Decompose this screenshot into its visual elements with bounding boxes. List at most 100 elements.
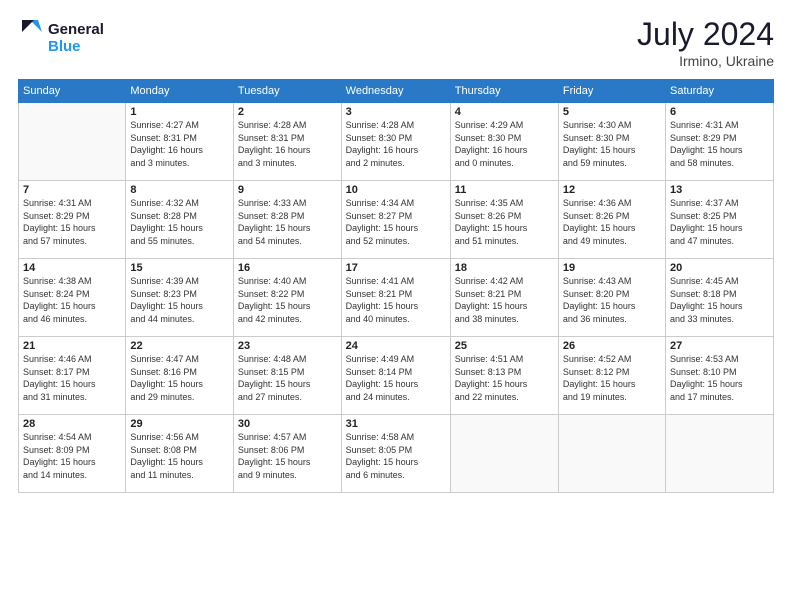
day-number: 1 — [130, 106, 229, 118]
table-row: 16Sunrise: 4:40 AMSunset: 8:22 PMDayligh… — [233, 259, 341, 337]
svg-text:General: General — [48, 21, 104, 38]
day-info: Sunrise: 4:53 AMSunset: 8:10 PMDaylight:… — [670, 353, 769, 403]
table-row: 19Sunrise: 4:43 AMSunset: 8:20 PMDayligh… — [558, 259, 665, 337]
day-info: Sunrise: 4:31 AMSunset: 8:29 PMDaylight:… — [23, 197, 121, 247]
day-info: Sunrise: 4:46 AMSunset: 8:17 PMDaylight:… — [23, 353, 121, 403]
col-saturday: Saturday — [666, 80, 774, 103]
table-row: 11Sunrise: 4:35 AMSunset: 8:26 PMDayligh… — [450, 181, 558, 259]
day-info: Sunrise: 4:52 AMSunset: 8:12 PMDaylight:… — [563, 353, 661, 403]
location: Irmino, Ukraine — [637, 53, 774, 69]
logo-svg: General Blue — [18, 16, 113, 58]
col-sunday: Sunday — [19, 80, 126, 103]
table-row: 21Sunrise: 4:46 AMSunset: 8:17 PMDayligh… — [19, 337, 126, 415]
table-row: 5Sunrise: 4:30 AMSunset: 8:30 PMDaylight… — [558, 103, 665, 181]
table-row: 28Sunrise: 4:54 AMSunset: 8:09 PMDayligh… — [19, 415, 126, 493]
table-row — [450, 415, 558, 493]
table-row: 20Sunrise: 4:45 AMSunset: 8:18 PMDayligh… — [666, 259, 774, 337]
table-row: 27Sunrise: 4:53 AMSunset: 8:10 PMDayligh… — [666, 337, 774, 415]
day-info: Sunrise: 4:37 AMSunset: 8:25 PMDaylight:… — [670, 197, 769, 247]
day-info: Sunrise: 4:54 AMSunset: 8:09 PMDaylight:… — [23, 431, 121, 481]
day-number: 11 — [455, 184, 554, 196]
calendar-week-row: 7Sunrise: 4:31 AMSunset: 8:29 PMDaylight… — [19, 181, 774, 259]
day-number: 26 — [563, 340, 661, 352]
day-info: Sunrise: 4:58 AMSunset: 8:05 PMDaylight:… — [346, 431, 446, 481]
day-info: Sunrise: 4:29 AMSunset: 8:30 PMDaylight:… — [455, 119, 554, 169]
day-number: 4 — [455, 106, 554, 118]
table-row: 18Sunrise: 4:42 AMSunset: 8:21 PMDayligh… — [450, 259, 558, 337]
table-row: 4Sunrise: 4:29 AMSunset: 8:30 PMDaylight… — [450, 103, 558, 181]
day-info: Sunrise: 4:30 AMSunset: 8:30 PMDaylight:… — [563, 119, 661, 169]
day-info: Sunrise: 4:28 AMSunset: 8:30 PMDaylight:… — [346, 119, 446, 169]
day-info: Sunrise: 4:42 AMSunset: 8:21 PMDaylight:… — [455, 275, 554, 325]
month-year: July 2024 — [637, 16, 774, 53]
day-number: 2 — [238, 106, 337, 118]
table-row: 14Sunrise: 4:38 AMSunset: 8:24 PMDayligh… — [19, 259, 126, 337]
col-wednesday: Wednesday — [341, 80, 450, 103]
day-number: 16 — [238, 262, 337, 274]
day-number: 13 — [670, 184, 769, 196]
day-number: 29 — [130, 418, 229, 430]
day-info: Sunrise: 4:28 AMSunset: 8:31 PMDaylight:… — [238, 119, 337, 169]
svg-text:Blue: Blue — [48, 38, 81, 55]
calendar-week-row: 21Sunrise: 4:46 AMSunset: 8:17 PMDayligh… — [19, 337, 774, 415]
table-row: 8Sunrise: 4:32 AMSunset: 8:28 PMDaylight… — [126, 181, 234, 259]
table-row: 2Sunrise: 4:28 AMSunset: 8:31 PMDaylight… — [233, 103, 341, 181]
day-number: 15 — [130, 262, 229, 274]
day-info: Sunrise: 4:41 AMSunset: 8:21 PMDaylight:… — [346, 275, 446, 325]
table-row: 26Sunrise: 4:52 AMSunset: 8:12 PMDayligh… — [558, 337, 665, 415]
day-number: 25 — [455, 340, 554, 352]
table-row — [19, 103, 126, 181]
table-row: 15Sunrise: 4:39 AMSunset: 8:23 PMDayligh… — [126, 259, 234, 337]
table-row: 6Sunrise: 4:31 AMSunset: 8:29 PMDaylight… — [666, 103, 774, 181]
table-row: 3Sunrise: 4:28 AMSunset: 8:30 PMDaylight… — [341, 103, 450, 181]
day-number: 20 — [670, 262, 769, 274]
table-row — [666, 415, 774, 493]
day-info: Sunrise: 4:33 AMSunset: 8:28 PMDaylight:… — [238, 197, 337, 247]
day-number: 8 — [130, 184, 229, 196]
day-info: Sunrise: 4:27 AMSunset: 8:31 PMDaylight:… — [130, 119, 229, 169]
day-number: 18 — [455, 262, 554, 274]
table-row: 25Sunrise: 4:51 AMSunset: 8:13 PMDayligh… — [450, 337, 558, 415]
table-row: 10Sunrise: 4:34 AMSunset: 8:27 PMDayligh… — [341, 181, 450, 259]
table-row: 7Sunrise: 4:31 AMSunset: 8:29 PMDaylight… — [19, 181, 126, 259]
day-number: 23 — [238, 340, 337, 352]
logo: General Blue — [18, 16, 113, 58]
day-number: 6 — [670, 106, 769, 118]
day-number: 22 — [130, 340, 229, 352]
col-friday: Friday — [558, 80, 665, 103]
day-number: 10 — [346, 184, 446, 196]
calendar-week-row: 1Sunrise: 4:27 AMSunset: 8:31 PMDaylight… — [19, 103, 774, 181]
day-info: Sunrise: 4:51 AMSunset: 8:13 PMDaylight:… — [455, 353, 554, 403]
calendar-header-row: Sunday Monday Tuesday Wednesday Thursday… — [19, 80, 774, 103]
day-number: 27 — [670, 340, 769, 352]
col-thursday: Thursday — [450, 80, 558, 103]
day-info: Sunrise: 4:48 AMSunset: 8:15 PMDaylight:… — [238, 353, 337, 403]
day-info: Sunrise: 4:57 AMSunset: 8:06 PMDaylight:… — [238, 431, 337, 481]
day-number: 9 — [238, 184, 337, 196]
calendar-table: Sunday Monday Tuesday Wednesday Thursday… — [18, 79, 774, 493]
page: General Blue July 2024 Irmino, Ukraine S… — [0, 0, 792, 612]
day-info: Sunrise: 4:34 AMSunset: 8:27 PMDaylight:… — [346, 197, 446, 247]
table-row: 31Sunrise: 4:58 AMSunset: 8:05 PMDayligh… — [341, 415, 450, 493]
day-info: Sunrise: 4:32 AMSunset: 8:28 PMDaylight:… — [130, 197, 229, 247]
day-number: 28 — [23, 418, 121, 430]
table-row: 13Sunrise: 4:37 AMSunset: 8:25 PMDayligh… — [666, 181, 774, 259]
day-number: 14 — [23, 262, 121, 274]
day-info: Sunrise: 4:35 AMSunset: 8:26 PMDaylight:… — [455, 197, 554, 247]
table-row: 22Sunrise: 4:47 AMSunset: 8:16 PMDayligh… — [126, 337, 234, 415]
col-monday: Monday — [126, 80, 234, 103]
day-info: Sunrise: 4:39 AMSunset: 8:23 PMDaylight:… — [130, 275, 229, 325]
day-info: Sunrise: 4:49 AMSunset: 8:14 PMDaylight:… — [346, 353, 446, 403]
day-number: 17 — [346, 262, 446, 274]
day-info: Sunrise: 4:45 AMSunset: 8:18 PMDaylight:… — [670, 275, 769, 325]
day-number: 12 — [563, 184, 661, 196]
day-number: 31 — [346, 418, 446, 430]
day-info: Sunrise: 4:38 AMSunset: 8:24 PMDaylight:… — [23, 275, 121, 325]
table-row: 9Sunrise: 4:33 AMSunset: 8:28 PMDaylight… — [233, 181, 341, 259]
day-info: Sunrise: 4:56 AMSunset: 8:08 PMDaylight:… — [130, 431, 229, 481]
table-row: 1Sunrise: 4:27 AMSunset: 8:31 PMDaylight… — [126, 103, 234, 181]
day-number: 7 — [23, 184, 121, 196]
col-tuesday: Tuesday — [233, 80, 341, 103]
table-row: 17Sunrise: 4:41 AMSunset: 8:21 PMDayligh… — [341, 259, 450, 337]
day-info: Sunrise: 4:31 AMSunset: 8:29 PMDaylight:… — [670, 119, 769, 169]
